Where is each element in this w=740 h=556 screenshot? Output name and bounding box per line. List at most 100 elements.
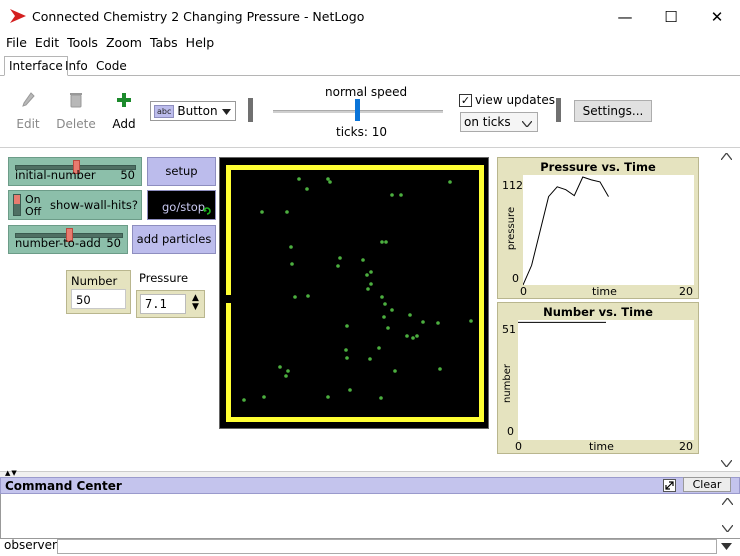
close-button[interactable]: ✕ bbox=[694, 0, 740, 34]
tab-bar: Interface Info Code bbox=[0, 56, 740, 76]
number-plot-area bbox=[518, 320, 694, 440]
scroll-down-icon[interactable] bbox=[721, 460, 732, 467]
particle bbox=[326, 177, 330, 181]
particle bbox=[345, 324, 349, 328]
edit-tool-label: Edit bbox=[16, 117, 40, 131]
menu-tools[interactable]: Tools bbox=[67, 34, 98, 54]
number-monitor-value: 50 bbox=[76, 293, 91, 307]
go-stop-button[interactable]: go/stop bbox=[147, 190, 216, 220]
initial-number-slider[interactable]: initial-number 50 bbox=[8, 157, 142, 186]
delete-tool-button[interactable]: Delete bbox=[56, 92, 96, 131]
menu-tabs[interactable]: Tabs bbox=[150, 34, 178, 54]
maximize-button[interactable]: ☐ bbox=[648, 0, 694, 34]
world-canvas bbox=[225, 165, 484, 422]
particle bbox=[469, 319, 473, 323]
show-wall-hits-label: show-wall-hits? bbox=[50, 198, 138, 212]
particle bbox=[290, 262, 294, 266]
tab-code[interactable]: Code bbox=[91, 56, 132, 76]
scroll-up-icon[interactable] bbox=[722, 498, 733, 505]
number-monitor-label: Number bbox=[71, 274, 118, 288]
minimize-button[interactable]: — bbox=[602, 0, 648, 34]
plus-icon bbox=[117, 93, 131, 107]
menu-edit[interactable]: Edit bbox=[35, 34, 59, 54]
switch-off-label: Off bbox=[25, 205, 42, 218]
update-mode-select[interactable]: on ticks bbox=[460, 112, 538, 132]
particle bbox=[361, 258, 365, 262]
pressure-xlabel: time bbox=[592, 285, 617, 298]
pressure-xmin-label: 0 bbox=[520, 285, 527, 298]
forever-icon bbox=[203, 207, 211, 215]
world-view[interactable] bbox=[219, 157, 489, 429]
particle bbox=[286, 369, 290, 373]
particle bbox=[386, 326, 390, 330]
checkmark-icon: ✓ bbox=[460, 94, 471, 107]
trash-icon bbox=[70, 93, 82, 108]
tab-info[interactable]: Info bbox=[60, 56, 93, 76]
splitter-arrows-icon[interactable]: ▲▼ bbox=[5, 469, 18, 477]
widget-type-select[interactable]: abc Button bbox=[150, 101, 236, 121]
particle bbox=[421, 320, 425, 324]
edit-tool-button[interactable]: Edit bbox=[8, 92, 48, 131]
speed-slider-thumb[interactable] bbox=[355, 99, 360, 121]
pressure-plot-title: Pressure vs. Time bbox=[540, 160, 656, 174]
update-mode-value: on ticks bbox=[464, 115, 511, 129]
command-output-scrollbar[interactable] bbox=[719, 494, 736, 538]
pressure-monitor-label: Pressure bbox=[139, 271, 189, 285]
command-output bbox=[0, 494, 740, 538]
particle bbox=[379, 396, 383, 400]
menu-zoom[interactable]: Zoom bbox=[106, 34, 142, 54]
add-tool-button[interactable]: Add bbox=[104, 92, 144, 131]
particle bbox=[285, 210, 289, 214]
menu-help[interactable]: Help bbox=[186, 34, 215, 54]
spinner-arrows[interactable]: ▲ ▼ bbox=[189, 294, 202, 314]
particle bbox=[344, 348, 348, 352]
particle bbox=[306, 294, 310, 298]
history-dropdown[interactable] bbox=[718, 539, 735, 554]
particle bbox=[262, 395, 266, 399]
particle bbox=[411, 336, 415, 340]
particle bbox=[383, 302, 387, 306]
pressure-monitor-value-box: 7.1 bbox=[140, 294, 186, 314]
particle bbox=[408, 313, 412, 317]
widget-type-value: Button bbox=[177, 104, 218, 118]
expand-icon[interactable] bbox=[663, 479, 676, 492]
netlogo-logo-icon bbox=[10, 9, 26, 23]
pressure-plot-area bbox=[523, 175, 694, 285]
chevron-down-icon bbox=[721, 543, 732, 550]
number-plot: Number vs. Time 51 0 number 0 time 20 bbox=[497, 302, 699, 454]
number-monitor-value-box: 50 bbox=[71, 289, 126, 309]
show-wall-hits-switch[interactable]: On Off show-wall-hits? bbox=[8, 190, 142, 220]
particle bbox=[328, 180, 332, 184]
clear-button[interactable]: Clear bbox=[683, 477, 731, 492]
particle bbox=[365, 273, 369, 277]
number-xlabel: time bbox=[589, 440, 614, 453]
particle bbox=[399, 193, 403, 197]
particle bbox=[377, 346, 381, 350]
menu-file[interactable]: File bbox=[6, 34, 27, 54]
command-input[interactable] bbox=[57, 539, 717, 554]
pressure-ylabel: pressure bbox=[506, 206, 518, 251]
scroll-up-icon[interactable] bbox=[721, 153, 732, 160]
view-updates-checkbox[interactable]: ✓ bbox=[459, 94, 472, 107]
particle bbox=[338, 256, 342, 260]
number-plot-canvas bbox=[518, 321, 606, 323]
particle bbox=[380, 295, 384, 299]
add-particles-button[interactable]: add particles bbox=[132, 225, 216, 254]
particle bbox=[368, 357, 372, 361]
add-particles-label: add particles bbox=[136, 232, 212, 246]
view-updates-label: view updates bbox=[475, 93, 555, 107]
particle bbox=[260, 210, 264, 214]
setup-button[interactable]: setup bbox=[147, 157, 216, 186]
particle bbox=[436, 321, 440, 325]
interface-scrollbar[interactable] bbox=[718, 149, 735, 471]
chevron-down-icon[interactable]: ▼ bbox=[189, 303, 202, 312]
tab-interface[interactable]: Interface bbox=[4, 56, 68, 76]
particle bbox=[345, 356, 349, 360]
toolbar-separator bbox=[248, 98, 253, 122]
switch-toggle[interactable] bbox=[13, 194, 21, 216]
maximize-icon: ☐ bbox=[664, 8, 678, 26]
particle bbox=[278, 365, 282, 369]
settings-button[interactable]: Settings... bbox=[574, 100, 652, 122]
number-to-add-slider[interactable]: number-to-add 50 bbox=[8, 225, 128, 254]
scroll-down-icon[interactable] bbox=[722, 525, 733, 532]
